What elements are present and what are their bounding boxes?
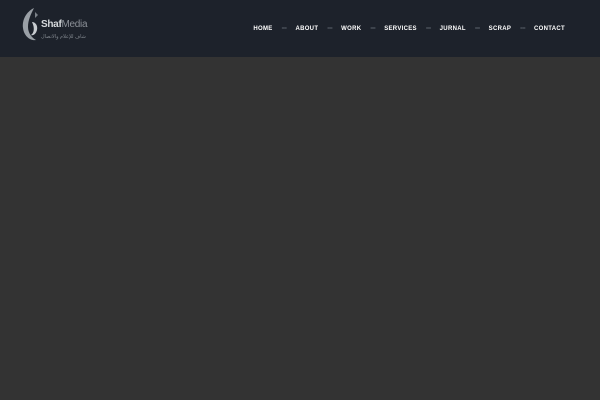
- logo-mark-icon: [22, 8, 38, 41]
- nav-item-work[interactable]: WORK: [341, 26, 361, 32]
- nav-item-services[interactable]: SERVICES: [384, 26, 417, 32]
- site-logo[interactable]: ShafMedia شاف للإعلام والاتصال: [20, 6, 90, 46]
- nav-separator: ==: [327, 26, 333, 32]
- logo-wordmark: ShafMedia: [41, 19, 88, 30]
- logo-tagline: شاف للإعلام والاتصال: [41, 34, 86, 40]
- nav-separator: ==: [281, 26, 287, 32]
- nav-separator: ==: [520, 26, 526, 32]
- main-content-area: [0, 57, 600, 400]
- site-header: ShafMedia شاف للإعلام والاتصال HOME == A…: [0, 0, 600, 57]
- nav-separator: ==: [425, 26, 431, 32]
- nav-item-contact[interactable]: CONTACT: [534, 26, 565, 32]
- nav-item-about[interactable]: ABOUT: [295, 26, 318, 32]
- logo-wordmark-shaf: Shaf: [41, 19, 62, 30]
- logo-wordmark-media: Media: [61, 19, 88, 30]
- nav-separator: ==: [474, 26, 480, 32]
- nav-item-jurnal[interactable]: JURNAL: [440, 26, 466, 32]
- nav-separator: ==: [370, 26, 376, 32]
- main-nav: HOME == ABOUT == WORK == SERVICES == JUR…: [253, 22, 565, 36]
- nav-item-home[interactable]: HOME: [253, 26, 272, 32]
- nav-item-scrap[interactable]: SCRAP: [489, 26, 512, 32]
